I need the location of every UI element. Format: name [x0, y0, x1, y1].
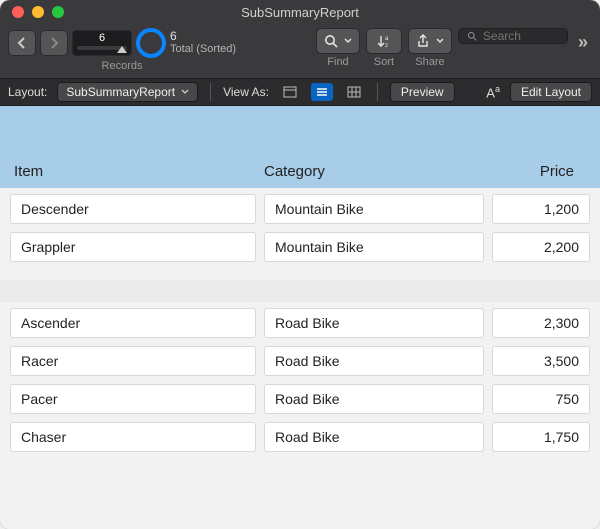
table-row[interactable]: Descender Mountain Bike 1,200 [10, 194, 590, 224]
records-group: 6 6 Total (Sorted) Records [8, 28, 236, 72]
search-icon [324, 34, 338, 48]
share-button[interactable] [408, 28, 452, 54]
cell-item[interactable]: Chaser [10, 422, 256, 452]
share-group: Share [408, 28, 452, 68]
chevron-down-icon [181, 89, 189, 95]
svg-text:a: a [385, 36, 389, 42]
viewas-label: View As: [223, 85, 269, 99]
column-header-row: Item Category Price [0, 106, 600, 188]
share-label: Share [415, 56, 444, 68]
cell-item[interactable]: Ascender [10, 308, 256, 338]
edit-layout-button[interactable]: Edit Layout [510, 82, 592, 102]
cell-item[interactable]: Descender [10, 194, 256, 224]
sort-group: a z Sort [366, 28, 402, 68]
table-row[interactable]: Pacer Road Bike 750 [10, 384, 590, 414]
close-window-button[interactable] [12, 6, 24, 18]
group-separator [0, 280, 600, 302]
next-record-button[interactable] [40, 30, 68, 56]
toolbar-overflow-button[interactable]: » [574, 32, 592, 53]
layout-selector[interactable]: SubSummaryReport [57, 82, 198, 102]
share-icon [416, 34, 430, 48]
total-count: 6 [170, 30, 236, 43]
cell-item[interactable]: Pacer [10, 384, 256, 414]
column-header-price: Price [484, 163, 586, 180]
search-icon [467, 30, 477, 42]
column-header-item: Item [14, 163, 264, 180]
find-button[interactable] [316, 28, 360, 54]
cell-item[interactable]: Racer [10, 346, 256, 376]
minimize-window-button[interactable] [32, 6, 44, 18]
cell-category[interactable]: Mountain Bike [264, 232, 484, 262]
preview-button[interactable]: Preview [390, 82, 455, 102]
main-toolbar: 6 6 Total (Sorted) Records Find [0, 24, 600, 78]
layout-selected: SubSummaryReport [66, 85, 175, 99]
table-row[interactable]: Ascender Road Bike 2,300 [10, 308, 590, 338]
view-table-button[interactable] [343, 83, 365, 101]
record-group: Ascender Road Bike 2,300 Racer Road Bike 3,50… [0, 302, 600, 470]
sort-label: Sort [374, 56, 394, 68]
layout-bar: Layout: SubSummaryReport View As: Previe… [0, 78, 600, 106]
sort-icon: a z [376, 34, 392, 48]
cell-price[interactable]: 1,200 [492, 194, 590, 224]
cell-category[interactable]: Road Bike [264, 308, 484, 338]
chevron-down-icon [344, 38, 352, 44]
report-body: Item Category Price Descender Mountain Bi… [0, 106, 600, 529]
search-field[interactable] [458, 28, 568, 44]
cell-price[interactable]: 3,500 [492, 346, 590, 376]
view-form-button[interactable] [279, 83, 301, 101]
sort-button[interactable]: a z [366, 28, 402, 54]
app-window: SubSummaryReport 6 6 Total (Sor [0, 0, 600, 529]
column-header-category: Category [264, 163, 484, 180]
record-slider[interactable]: 6 [72, 30, 132, 56]
cell-price[interactable]: 2,200 [492, 232, 590, 262]
titlebar: SubSummaryReport [0, 0, 600, 24]
cell-category[interactable]: Road Bike [264, 346, 484, 376]
cell-price[interactable]: 1,750 [492, 422, 590, 452]
window-title: SubSummaryReport [0, 5, 600, 20]
record-total: 6 Total (Sorted) [170, 30, 236, 56]
find-group: Find [316, 28, 360, 68]
svg-text:z: z [385, 43, 388, 48]
cell-item[interactable]: Grappler [10, 232, 256, 262]
find-label: Find [327, 56, 348, 68]
table-row[interactable]: Chaser Road Bike 1,750 [10, 422, 590, 452]
layout-label: Layout: [8, 85, 47, 99]
table-row[interactable]: Grappler Mountain Bike 2,200 [10, 232, 590, 262]
total-label: Total (Sorted) [170, 43, 236, 56]
records-label: Records [102, 60, 143, 72]
window-controls [0, 6, 64, 18]
cell-price[interactable]: 2,300 [492, 308, 590, 338]
zoom-window-button[interactable] [52, 6, 64, 18]
pie-chart-icon[interactable] [136, 28, 166, 58]
current-record-number: 6 [99, 32, 105, 44]
search-input[interactable] [483, 29, 559, 43]
record-group: Descender Mountain Bike 1,200 Grappler Mount… [0, 188, 600, 280]
prev-record-button[interactable] [8, 30, 36, 56]
cell-category[interactable]: Road Bike [264, 422, 484, 452]
view-list-button[interactable] [311, 83, 333, 101]
cell-price[interactable]: 750 [492, 384, 590, 414]
chevron-down-icon [436, 38, 444, 44]
cell-category[interactable]: Mountain Bike [264, 194, 484, 224]
cell-category[interactable]: Road Bike [264, 384, 484, 414]
text-format-button[interactable]: Aa [486, 84, 500, 100]
table-row[interactable]: Racer Road Bike 3,500 [10, 346, 590, 376]
